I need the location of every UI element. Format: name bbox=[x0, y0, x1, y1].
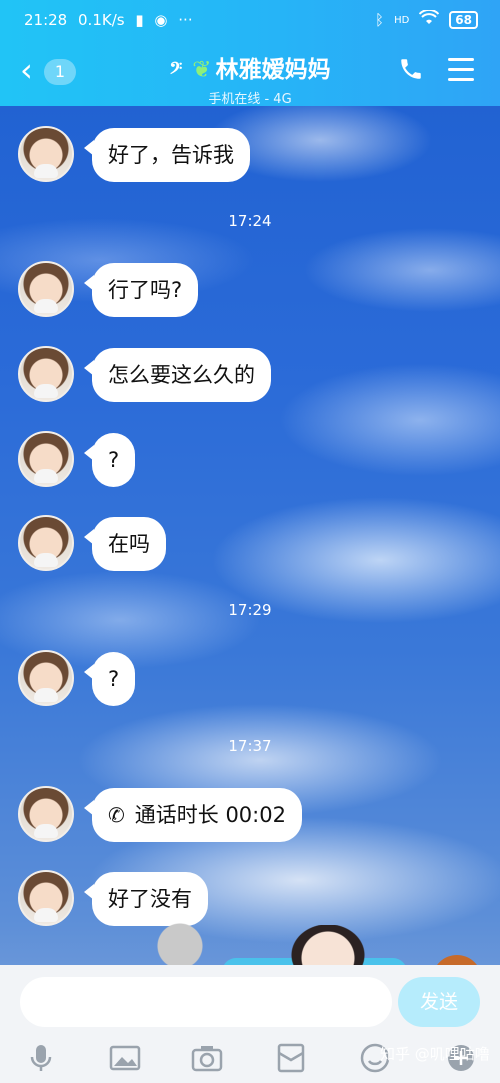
sim-icon: ▮ bbox=[135, 11, 144, 29]
avatar[interactable] bbox=[18, 870, 74, 926]
timestamp: 17:29 bbox=[228, 601, 272, 619]
wifi-icon bbox=[419, 8, 440, 30]
nav-bar: ‹ 1 𝄢 ❦ 林雅嫒妈妈 手机在线 - 4G bbox=[0, 44, 500, 107]
contact-name: 林雅嫒妈妈 bbox=[215, 57, 331, 83]
message-bubble[interactable]: ? bbox=[83, 652, 136, 706]
image-icon[interactable] bbox=[108, 1041, 142, 1075]
signal-hd-icon: HD bbox=[394, 14, 410, 26]
sprout-icon: ❦ bbox=[192, 57, 212, 83]
status-time: 21:28 bbox=[24, 11, 68, 29]
earpiece-mode-icon: 𝄢 bbox=[169, 58, 183, 82]
phone-icon[interactable] bbox=[398, 56, 424, 82]
message-bubble[interactable]: ? bbox=[83, 433, 136, 487]
chat-background bbox=[0, 0, 500, 1083]
chat-header: 21:28 0.1K/s ▮ ◉ ··· ᛒ HD 68 ‹ 1 𝄢 ❦ 林雅嫒妈妈… bbox=[0, 0, 500, 107]
timestamp: 17:24 bbox=[228, 212, 272, 230]
message-bubble[interactable]: 在吗 bbox=[84, 517, 166, 571]
avatar[interactable] bbox=[18, 431, 74, 487]
contact-title: 𝄢 ❦ 林雅嫒妈妈 bbox=[0, 50, 500, 84]
red-packet-icon[interactable] bbox=[274, 1041, 308, 1075]
avatar[interactable] bbox=[18, 346, 74, 402]
message-bubble[interactable]: 好了没有 bbox=[84, 872, 208, 926]
message-input[interactable] bbox=[20, 977, 392, 1027]
menu-icon[interactable] bbox=[448, 58, 474, 82]
battery-icon: 68 bbox=[449, 11, 478, 29]
more-status-icon: ··· bbox=[178, 11, 193, 29]
bluetooth-icon: ᛒ bbox=[375, 11, 385, 29]
avatar[interactable] bbox=[18, 261, 74, 317]
microphone-icon[interactable] bbox=[24, 1041, 58, 1075]
input-panel: 发送 bbox=[0, 965, 500, 1083]
status-bar: 21:28 0.1K/s ▮ ◉ ··· ᛒ HD 68 bbox=[0, 0, 500, 40]
timestamp: 17:37 bbox=[228, 737, 272, 755]
call-record-bubble[interactable]: ✆ 通话时长 00:02 bbox=[84, 788, 302, 842]
send-button[interactable]: 发送 bbox=[398, 977, 480, 1027]
avatar[interactable] bbox=[18, 650, 74, 706]
weibo-icon: ◉ bbox=[154, 11, 168, 29]
avatar[interactable] bbox=[18, 126, 74, 182]
avatar[interactable] bbox=[18, 515, 74, 571]
title-block[interactable]: 𝄢 ❦ 林雅嫒妈妈 手机在线 - 4G bbox=[0, 50, 500, 107]
phone-call-icon: ✆ bbox=[108, 803, 125, 827]
avatar[interactable] bbox=[18, 786, 74, 842]
message-bubble[interactable]: 怎么要这么久的 bbox=[84, 348, 271, 402]
status-speed: 0.1K/s bbox=[78, 11, 125, 29]
online-status: 手机在线 - 4G bbox=[208, 92, 292, 107]
call-duration: 通话时长 00:02 bbox=[134, 803, 286, 827]
watermark: 知乎 @叽哩咕噜 bbox=[380, 1045, 490, 1063]
message-bubble[interactable]: 行了吗? bbox=[83, 263, 199, 317]
camera-icon[interactable] bbox=[190, 1041, 224, 1075]
message-bubble[interactable]: 好了，告诉我 bbox=[84, 128, 250, 182]
